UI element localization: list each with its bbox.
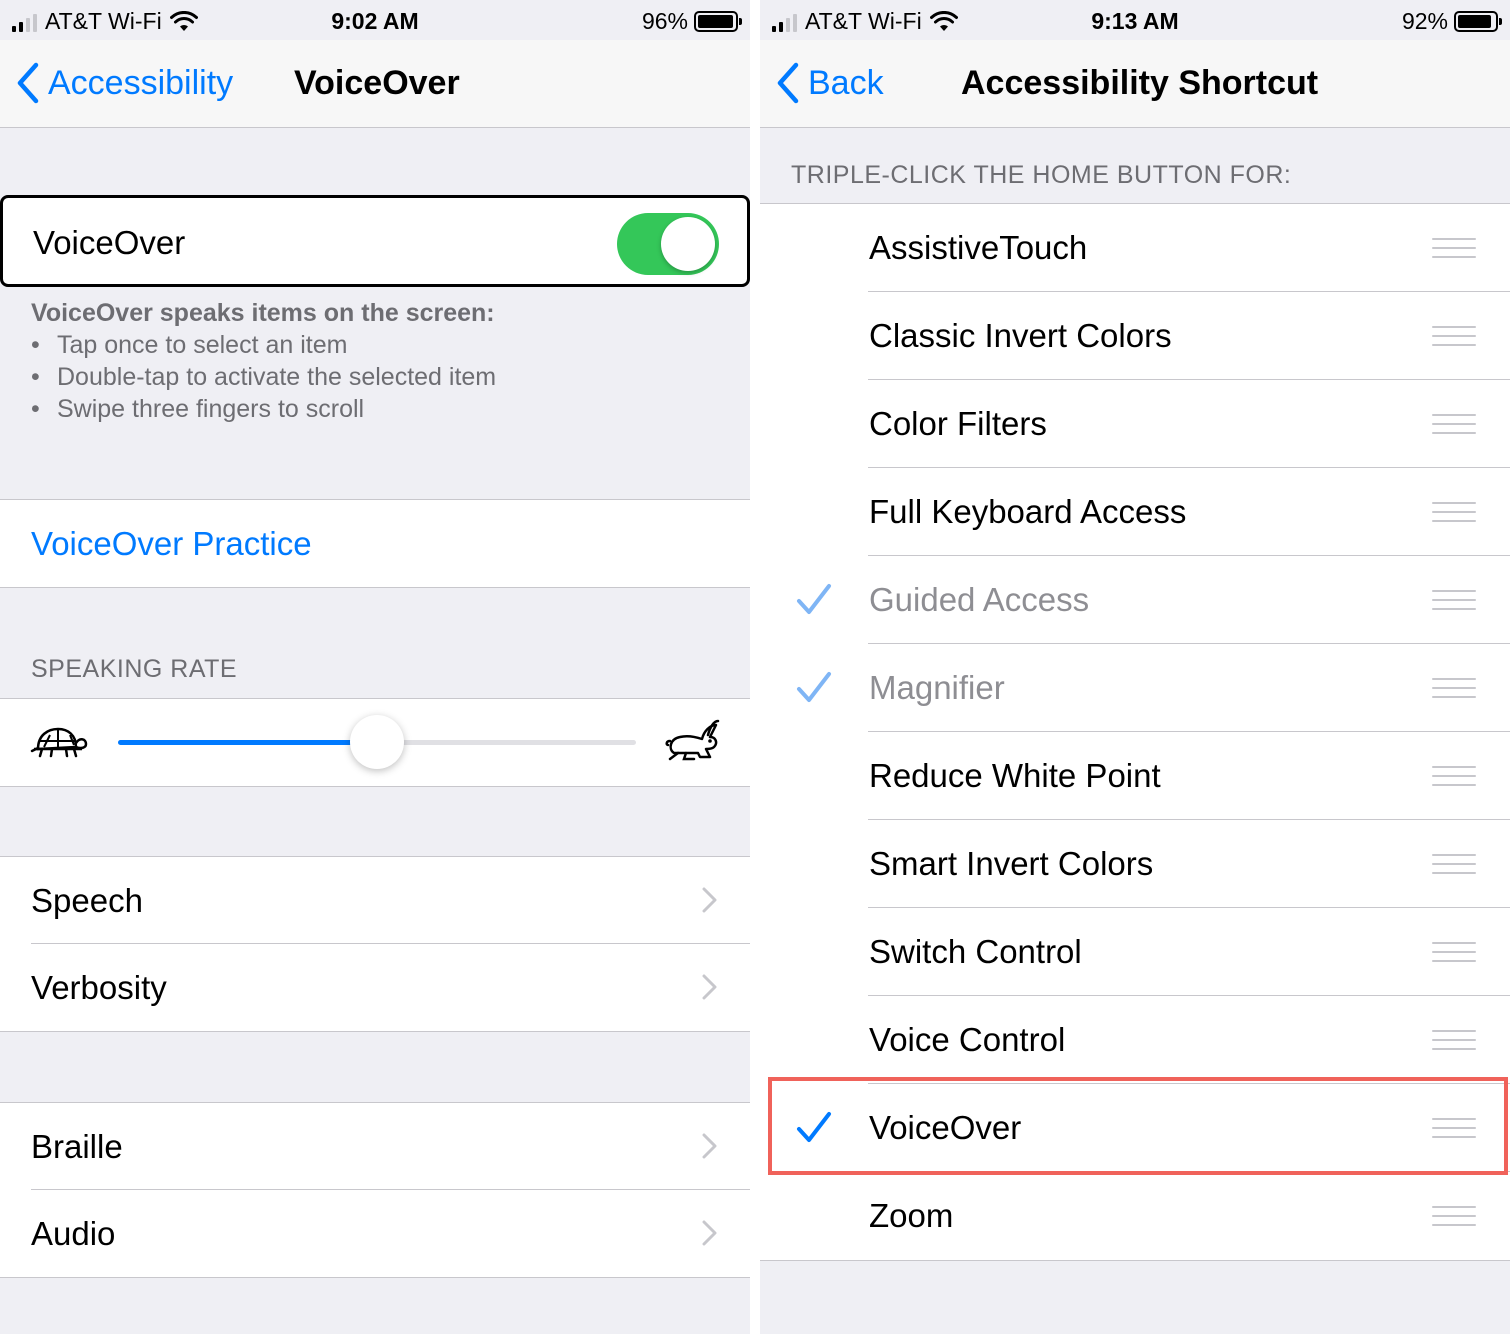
shortcut-list-item[interactable]: Magnifier [760, 644, 1510, 732]
voiceover-toggle-row: VoiceOver [0, 195, 750, 287]
checkmark-icon [797, 584, 831, 614]
page-title: VoiceOver [294, 64, 460, 102]
voiceover-practice-label: VoiceOver Practice [31, 525, 312, 562]
reorder-grip-icon[interactable] [1432, 414, 1476, 434]
audio-row[interactable]: Audio [0, 1190, 750, 1277]
shortcut-item-label: Reduce White Point [869, 757, 1161, 794]
reorder-grip-icon[interactable] [1432, 502, 1476, 522]
checkmark-icon [797, 1112, 831, 1142]
shortcut-list-item[interactable]: VoiceOver [760, 1084, 1510, 1172]
switch-knob [661, 217, 715, 271]
shortcut-list-item[interactable]: Full Keyboard Access [760, 468, 1510, 556]
reorder-grip-icon[interactable] [1432, 854, 1476, 874]
navigation-bar: Accessibility VoiceOver [0, 40, 750, 128]
shortcut-item-label: Guided Access [869, 581, 1090, 618]
shortcut-list: AssistiveTouch Classic Invert Colors Col… [760, 203, 1510, 1261]
speaking-rate-header: SPEAKING RATE [31, 655, 238, 683]
speech-row[interactable]: Speech [0, 857, 750, 944]
shortcut-section-header: TRIPLE-CLICK THE HOME BUTTON FOR: [791, 161, 1292, 189]
checkmark-icon [797, 672, 831, 702]
speaking-rate-fill [118, 740, 377, 745]
chevron-right-icon [702, 1220, 717, 1246]
reorder-grip-icon[interactable] [1432, 678, 1476, 698]
reorder-grip-icon[interactable] [1432, 326, 1476, 346]
shortcut-list-item[interactable]: Switch Control [760, 908, 1510, 996]
shortcut-item-label: Full Keyboard Access [869, 493, 1187, 530]
battery-icon [694, 11, 742, 32]
reorder-grip-icon[interactable] [1432, 766, 1476, 786]
shortcut-list-item[interactable]: AssistiveTouch [760, 204, 1510, 292]
reorder-grip-icon[interactable] [1432, 238, 1476, 258]
shortcut-list-item[interactable]: Voice Control [760, 996, 1510, 1084]
shortcut-list-item[interactable]: Color Filters [760, 380, 1510, 468]
voiceover-practice-link[interactable]: VoiceOver Practice [0, 500, 750, 587]
description-item: Double-tap to activate the selected item [31, 361, 496, 393]
braille-row[interactable]: Braille [0, 1103, 750, 1190]
description-item: Tap once to select an item [31, 329, 496, 361]
reorder-grip-icon[interactable] [1432, 1206, 1476, 1226]
clock: 9:13 AM [1091, 8, 1179, 34]
description-list: Tap once to select an item Double-tap to… [31, 329, 496, 425]
battery-indicator: 96% [641, 8, 742, 35]
turtle-icon [30, 727, 88, 758]
page-title: Accessibility Shortcut [961, 64, 1319, 102]
shortcut-item-label: VoiceOver [869, 1109, 1022, 1146]
status-bar: AT&T Wi-Fi 9:13 AM 92% [760, 0, 1510, 40]
reorder-grip-icon[interactable] [1432, 1118, 1476, 1138]
back-button[interactable]: Accessibility [16, 62, 233, 104]
battery-percent: 92% [1401, 8, 1448, 34]
speaking-rate-slider-row [0, 699, 750, 786]
shortcut-item-label: AssistiveTouch [869, 229, 1088, 266]
back-button[interactable]: Back [776, 62, 884, 104]
verbosity-row[interactable]: Verbosity [0, 944, 750, 1031]
reorder-grip-icon[interactable] [1432, 590, 1476, 610]
navigation-bar: Back Accessibility Shortcut [760, 40, 1510, 128]
verbosity-label: Verbosity [31, 969, 167, 1006]
voiceover-description: VoiceOver speaks items on the screen: Ta… [31, 297, 496, 425]
status-bar: AT&T Wi-Fi 9:02 AM 96% [0, 0, 750, 40]
battery-indicator: 92% [1401, 8, 1502, 35]
shortcut-list-item[interactable]: Reduce White Point [760, 732, 1510, 820]
shortcut-item-label: Magnifier [869, 669, 1005, 706]
speaking-rate-thumb[interactable] [350, 715, 404, 769]
rabbit-icon [665, 719, 720, 761]
speaking-rate-group [0, 698, 750, 787]
clock: 9:02 AM [331, 8, 419, 34]
braille-label: Braille [31, 1128, 123, 1165]
back-label: Accessibility [48, 63, 234, 102]
voiceover-switch[interactable] [617, 213, 719, 275]
chevron-left-icon [17, 62, 39, 104]
shortcut-list-item[interactable]: Classic Invert Colors [760, 292, 1510, 380]
chevron-right-icon [702, 974, 717, 1000]
shortcut-list-item[interactable]: Smart Invert Colors [760, 820, 1510, 908]
settings-group-1: Speech Verbosity [0, 856, 750, 1032]
shortcut-item-label: Voice Control [869, 1021, 1066, 1058]
back-label: Back [808, 63, 884, 102]
shortcut-list-item[interactable]: Zoom [760, 1172, 1510, 1260]
chevron-right-icon [702, 887, 717, 913]
shortcut-item-label: Color Filters [869, 405, 1047, 442]
description-heading: VoiceOver speaks items on the screen: [31, 299, 495, 327]
shortcut-item-label: Switch Control [869, 933, 1082, 970]
battery-percent: 96% [641, 8, 688, 34]
voiceover-settings-screen: AT&T Wi-Fi 9:02 AM 96% Accessibility Voi… [0, 0, 750, 1334]
voiceover-toggle-label: VoiceOver [33, 224, 186, 261]
audio-label: Audio [31, 1215, 116, 1252]
settings-group-2: Braille Audio [0, 1102, 750, 1278]
speech-label: Speech [31, 882, 143, 919]
screen-divider [750, 0, 760, 1334]
chevron-left-icon [777, 62, 799, 104]
reorder-grip-icon[interactable] [1432, 1030, 1476, 1050]
accessibility-shortcut-screen: AT&T Wi-Fi 9:13 AM 92% Back Accessibilit… [760, 0, 1510, 1334]
reorder-grip-icon[interactable] [1432, 942, 1476, 962]
shortcut-list-item[interactable]: Guided Access [760, 556, 1510, 644]
practice-group: VoiceOver Practice [0, 499, 750, 588]
description-item: Swipe three fingers to scroll [31, 393, 496, 425]
chevron-right-icon [702, 1133, 717, 1159]
shortcut-item-label: Classic Invert Colors [869, 317, 1172, 354]
shortcut-item-label: Smart Invert Colors [869, 845, 1154, 882]
shortcut-item-label: Zoom [869, 1197, 954, 1234]
battery-icon [1454, 11, 1502, 32]
